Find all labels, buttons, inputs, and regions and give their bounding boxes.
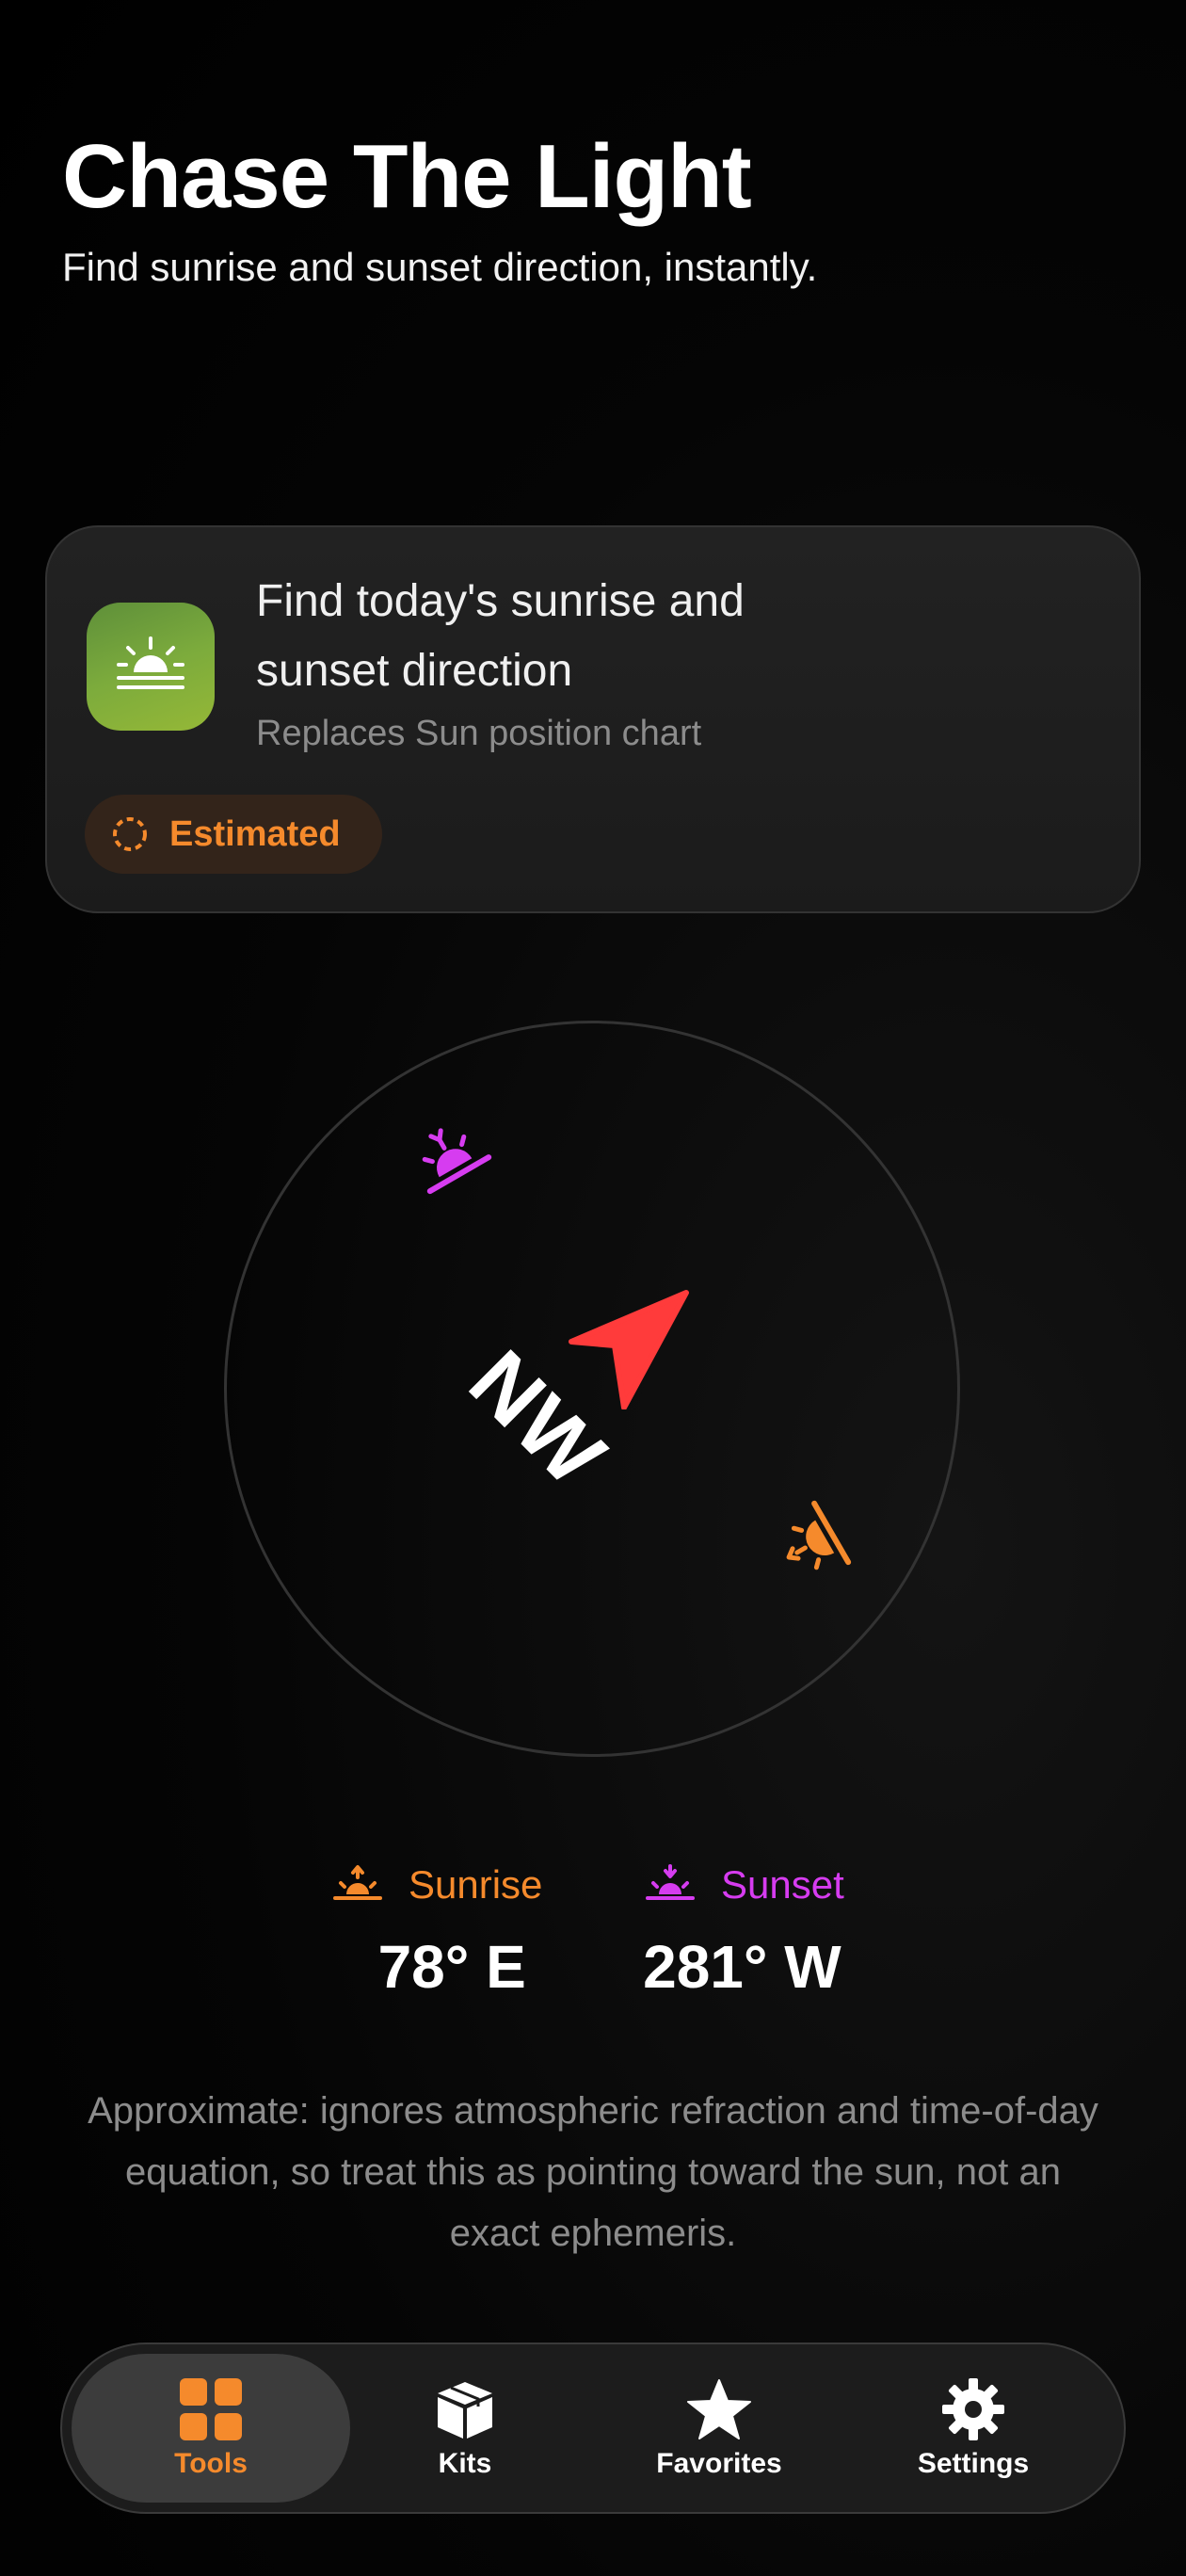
card-caption: Replaces Sun position chart: [256, 714, 702, 753]
sunrise-icon: [333, 1865, 382, 1900]
direction-pointer-icon: [569, 1290, 689, 1409]
tab-favorites[interactable]: Favorites: [580, 2354, 858, 2503]
screen: Chase The Light Find sunrise and sunset …: [0, 0, 1186, 2576]
tab-tools[interactable]: Tools: [72, 2354, 350, 2503]
sunset-readout: Sunset 281° W: [643, 1862, 844, 2002]
sunset-label: Sunset: [721, 1862, 844, 1907]
sunrise-label: Sunrise: [409, 1862, 543, 1907]
sunrise-icon: [87, 603, 215, 731]
tab-bar: Tools Kits Favorites Settings: [60, 2343, 1126, 2514]
sunrise-readout: Sunrise 78° E: [333, 1862, 542, 2002]
header: Chase The Light Find sunrise and sunset …: [62, 132, 817, 290]
sunrise-marker-icon: [422, 1128, 492, 1195]
gear-icon: [942, 2378, 1004, 2440]
sunset-icon: [646, 1864, 695, 1900]
feature-card[interactable]: Find today's sunrise and sunset directio…: [45, 525, 1141, 913]
sunrise-value: 78° E: [377, 1933, 526, 2001]
star-icon: [687, 2379, 751, 2439]
estimated-badge: Estimated: [85, 795, 382, 874]
tab-label: Kits: [438, 2448, 492, 2479]
tab-label: Settings: [917, 2448, 1030, 2479]
tab-label: Favorites: [656, 2448, 782, 2479]
grid-icon: [180, 2378, 242, 2440]
dashed-circle-icon: [113, 817, 147, 851]
tab-settings[interactable]: Settings: [834, 2354, 1113, 2503]
page-title: Chase The Light: [62, 126, 752, 227]
sunset-value: 281° W: [643, 1933, 841, 2001]
badge-label: Estimated: [169, 813, 341, 854]
disclaimer-text: Approximate: ignores atmospheric refract…: [88, 2090, 1098, 2254]
sunset-marker-icon: [786, 1500, 852, 1570]
card-title: Find today's sunrise and sunset directio…: [256, 576, 745, 696]
compass-dial: NW: [224, 1021, 960, 1757]
tab-label: Tools: [174, 2448, 248, 2479]
page-subtitle: Find sunrise and sunset direction, insta…: [62, 245, 818, 289]
box-icon: [438, 2382, 492, 2439]
tab-kits[interactable]: Kits: [326, 2354, 604, 2503]
